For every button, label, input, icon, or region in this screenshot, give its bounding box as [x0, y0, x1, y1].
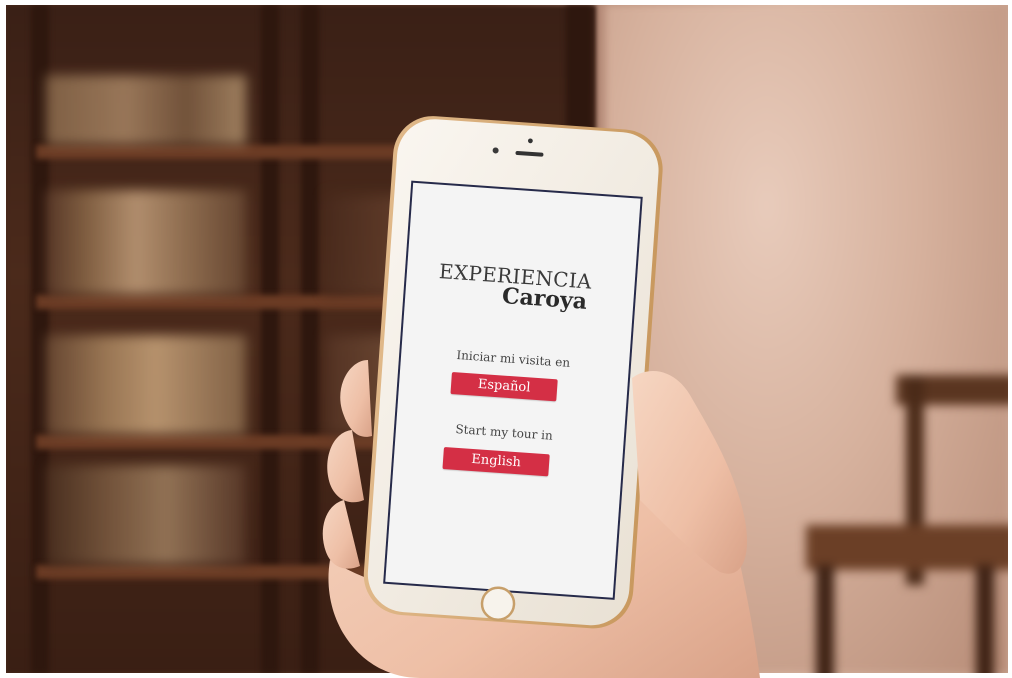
spanish-button[interactable]: Español	[450, 372, 558, 402]
brand-subtitle: Caroya	[501, 283, 588, 315]
english-button[interactable]: English	[442, 447, 550, 477]
spanish-prompt: Iniciar mi visita en	[456, 348, 571, 370]
english-prompt: Start my tour in	[455, 422, 554, 443]
app-screen: EXPERIENCIA Caroya Iniciar mi visita en …	[0, 0, 1012, 678]
